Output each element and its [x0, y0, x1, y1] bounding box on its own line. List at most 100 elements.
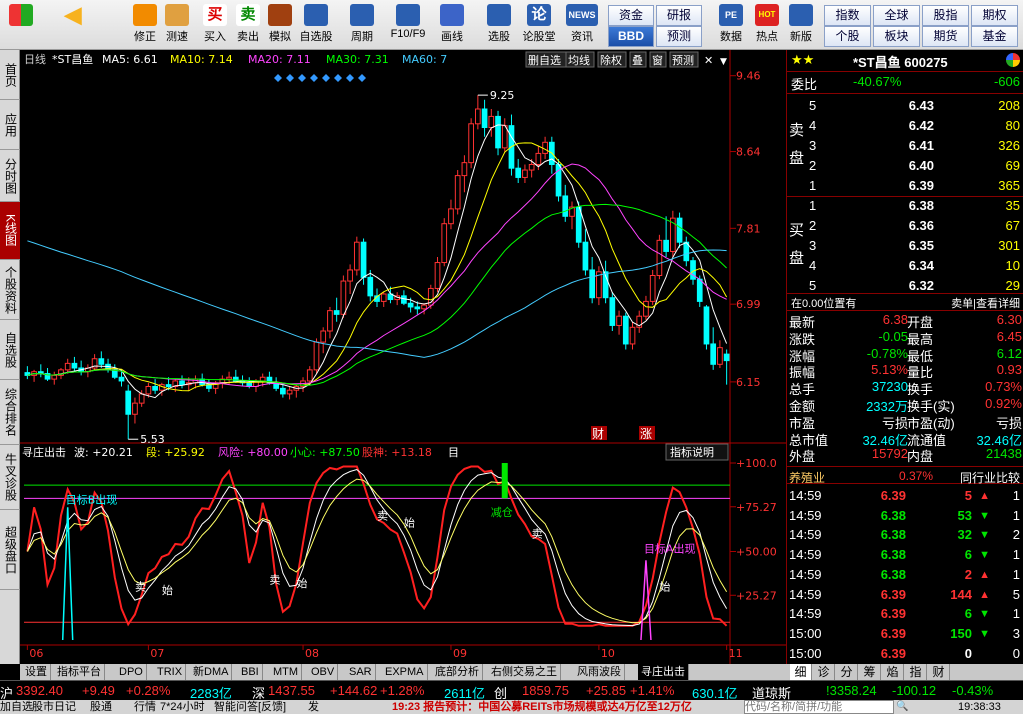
indicator-tab-5[interactable]: BBI — [238, 664, 263, 680]
status-item-4[interactable]: 7*24小时 — [160, 700, 205, 714]
toolbar-grid-button[interactable] — [4, 3, 38, 47]
nav-6[interactable]: 综合排名 — [0, 380, 20, 445]
dropdown-icon[interactable]: ▼ — [720, 57, 727, 67]
panel-tab-6[interactable]: 财 — [928, 664, 950, 680]
panel-tab-0[interactable]: 细 — [790, 664, 812, 680]
ask-level: 1 — [809, 178, 817, 193]
panel-tab-2[interactable]: 分 — [836, 664, 858, 680]
marker-zhang[interactable]: 涨 — [640, 426, 652, 441]
candle-body — [367, 276, 374, 297]
reduce-label: 减仓 — [491, 505, 513, 519]
candle-body — [327, 310, 333, 332]
panel-tab-1[interactable]: 诊 — [813, 664, 835, 680]
globe-icon[interactable] — [1006, 53, 1020, 67]
toolbar-hot-button[interactable]: HOT 热点 — [750, 3, 784, 47]
chart-tool-5[interactable]: 预测 — [672, 54, 694, 67]
toolbar-cycle-button[interactable]: 周期 — [345, 3, 379, 47]
status-item-2[interactable]: 股通 — [90, 700, 112, 714]
nav-7[interactable]: 牛叉诊股 — [0, 445, 20, 510]
chart-tool-1[interactable]: 均线 — [568, 53, 590, 67]
close-icon[interactable]: ✕ — [704, 54, 713, 67]
indicator-tab-8[interactable]: SAR — [346, 664, 376, 680]
index-link-5[interactable]: 板块 — [873, 26, 920, 47]
chart-tool-3[interactable]: 叠 — [632, 54, 643, 67]
toolbar-star-folder-button[interactable]: 自选股 — [299, 3, 333, 47]
indicator-tab-10[interactable]: 底部分析 — [432, 664, 483, 680]
chart-tool-0[interactable]: 删自选 — [528, 54, 561, 67]
candle-body — [562, 195, 569, 217]
toolbar-back-arrow-button[interactable]: ◀ — [56, 3, 90, 47]
nav-3[interactable]: K线图 — [0, 202, 20, 260]
indicator-tab-2[interactable]: DPO — [116, 664, 147, 680]
chart-tool-4[interactable]: 窗 — [652, 53, 663, 67]
panel-row: 14:59 6.39 6 ▼ 1 — [787, 604, 1023, 624]
toolbar-data-button[interactable]: PE 数据 — [714, 3, 748, 47]
search-input[interactable] — [744, 700, 894, 714]
indicator-help-label[interactable]: 指标说明 — [670, 445, 714, 459]
signal-label: 卖 — [269, 573, 280, 586]
search-icon[interactable]: 🔍 — [896, 700, 908, 714]
index-link-7[interactable]: 基金 — [971, 26, 1018, 47]
indicator-tab-3[interactable]: TRIX — [154, 664, 187, 680]
index-link-0[interactable]: 指数 — [824, 5, 871, 26]
nav-4[interactable]: 个股资料 — [0, 260, 20, 320]
toolbar-sell-button[interactable]: 卖卖出 — [231, 3, 265, 47]
toolbar-link-0[interactable]: 资金 — [608, 5, 654, 26]
indicator-tab-11[interactable]: 右侧交易之王 — [488, 664, 561, 680]
index-link-4[interactable]: 个股 — [824, 26, 871, 47]
nav-5[interactable]: 自选股 — [0, 320, 20, 380]
toolbar-new-version-button[interactable]: 新版 — [784, 3, 818, 47]
indicator-tab-9[interactable]: EXPMA — [382, 664, 428, 680]
toolbar-buy-button[interactable]: 买买入 — [198, 3, 232, 47]
index-link-3[interactable]: 期权 — [971, 5, 1018, 26]
toolbar-hammer-button[interactable]: 模拟 — [263, 3, 297, 47]
indicator-tab-4[interactable]: 新DMA — [190, 664, 233, 680]
status-item-0[interactable]: 加自选 — [0, 700, 33, 714]
chart-tool-2[interactable]: 除权 — [600, 53, 622, 67]
position-link[interactable]: 卖单|查看详细 — [951, 295, 1020, 311]
status-item-3[interactable]: 行情 — [134, 700, 156, 714]
toolbar-clock-button[interactable]: 测速 — [160, 3, 194, 47]
indicator-tab-13[interactable]: 寻庄出击 — [638, 664, 689, 680]
ask-price: 6.41 — [908, 138, 934, 153]
indicator-tab-0[interactable]: 设置 — [22, 664, 51, 680]
candle-body — [723, 353, 730, 362]
nav-8[interactable]: 超级盘口 — [0, 510, 20, 590]
status-item-6[interactable]: 发 — [308, 700, 319, 714]
indicator-tab-7[interactable]: OBV — [308, 664, 339, 680]
panel-row: 5 6.43 208 — [787, 96, 1023, 116]
panel-tab-5[interactable]: 指 — [905, 664, 927, 680]
toolbar-pinwheel-button[interactable]: 修正 — [128, 3, 162, 47]
toolbar-label: 论股堂 — [522, 31, 556, 43]
status-item-1[interactable]: 股市日记 — [32, 700, 76, 714]
signal-label: 始 — [296, 576, 307, 590]
index-link-1[interactable]: 全球 — [873, 5, 920, 26]
index-link-6[interactable]: 期货 — [922, 26, 969, 47]
toolbar-f10-button[interactable]: F10/F9 — [386, 3, 430, 47]
indicator-tab-1[interactable]: 指标平台 — [54, 664, 105, 680]
marker-cai[interactable]: 财 — [592, 427, 604, 441]
nav-1[interactable]: 应用 — [0, 100, 20, 150]
toolbar-pen-button[interactable]: 画线 — [435, 3, 469, 47]
index-sz_pct: +1.28% — [380, 683, 425, 698]
candle-body — [582, 241, 589, 271]
indicator-tab-6[interactable]: MTM — [270, 664, 303, 680]
panel-tab-4[interactable]: 焰 — [882, 664, 904, 680]
toolbar-link-1[interactable]: 研报 — [656, 5, 702, 26]
panel-tab-3[interactable]: 筹 — [859, 664, 881, 680]
toolbar-link-2[interactable]: BBD — [608, 26, 654, 47]
index-sz_chg: +144.62 — [330, 683, 378, 698]
toolbar-label: 资讯 — [571, 31, 593, 43]
toolbar-select-stock-button[interactable]: 选股 — [482, 3, 516, 47]
index-link-2[interactable]: 股指 — [922, 5, 969, 26]
status-item-5[interactable]: 智能问答[反馈] — [214, 700, 286, 714]
candle-body — [98, 358, 105, 365]
toolbar-forum-button[interactable]: 论论股堂 — [522, 3, 556, 47]
news-ticker[interactable]: 19:23 报告预计：中国公募REITs市场规模或达4万亿至12万亿 — [392, 700, 692, 714]
indicator-tab-12[interactable]: 风雨波段 — [574, 664, 625, 680]
toolbar-news-button[interactable]: NEWS 资讯 — [565, 3, 599, 47]
nav-2[interactable]: 分时图 — [0, 150, 20, 202]
industry-compare-link[interactable]: 同行业比较 — [960, 469, 1020, 486]
nav-0[interactable]: 首页 — [0, 50, 20, 100]
toolbar-link-3[interactable]: 预测 — [656, 26, 702, 47]
